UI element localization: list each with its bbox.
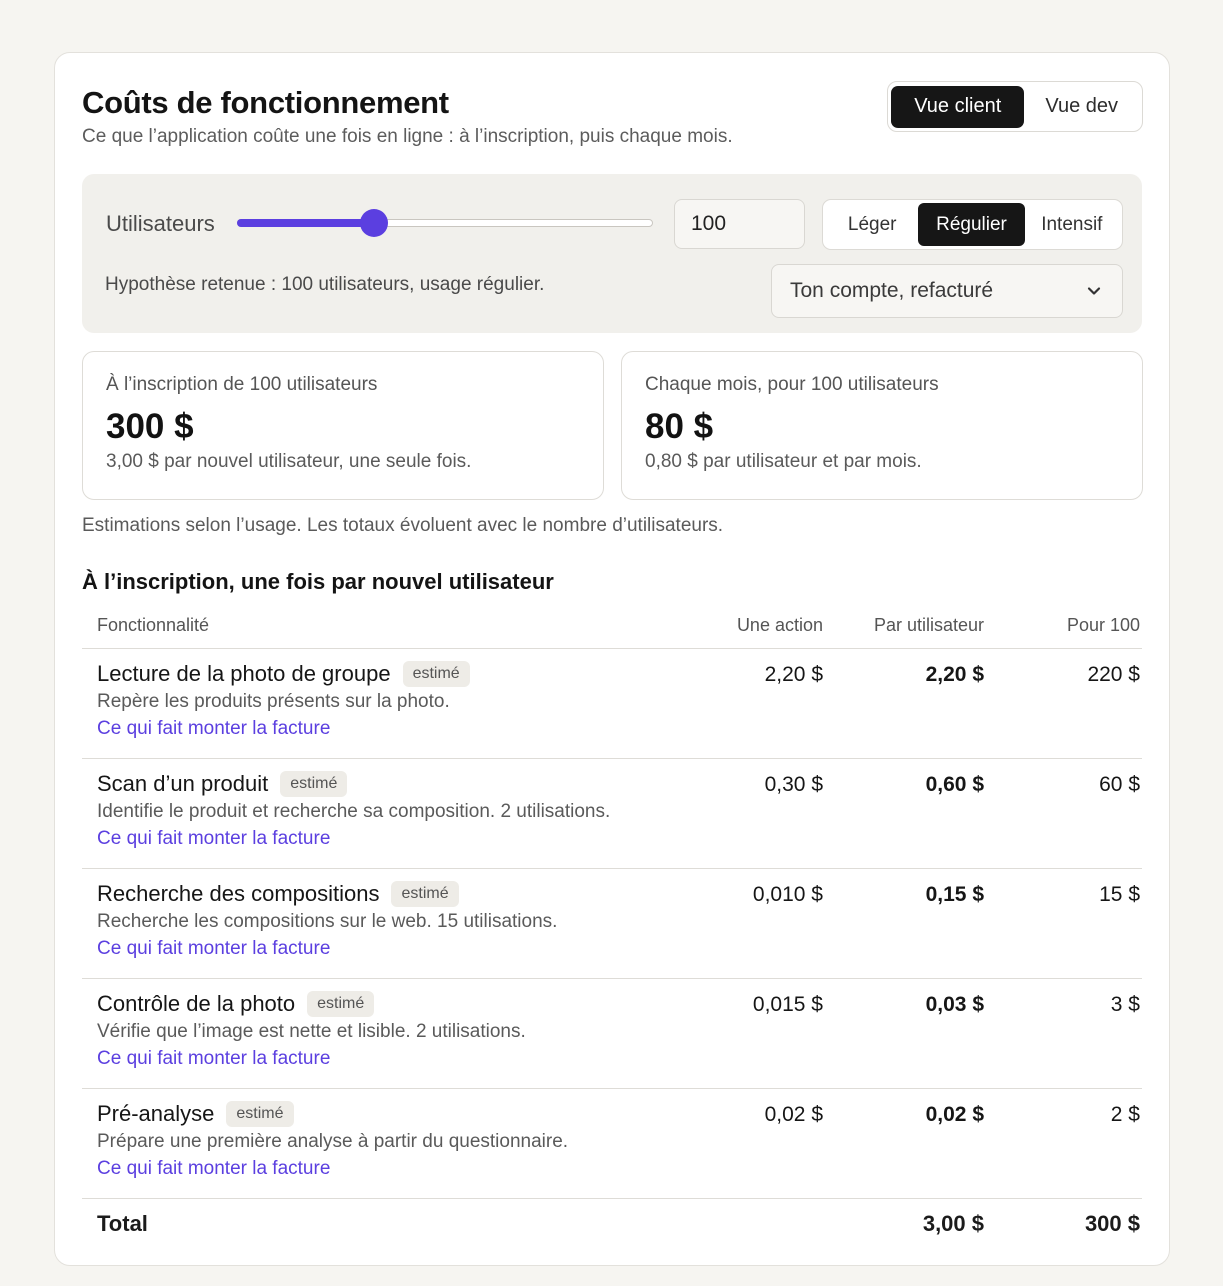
users-count-input[interactable] xyxy=(674,199,805,249)
intensity-intensive-button[interactable]: Intensif xyxy=(1025,203,1119,246)
page-subtitle: Ce que l’application coûte une fois en l… xyxy=(82,126,733,147)
header-per-100: Pour 100 xyxy=(1066,615,1140,635)
header-per-user: Par utilisateur xyxy=(873,615,984,635)
cost-drivers-link[interactable]: Ce qui fait monter la facture xyxy=(97,1048,330,1070)
estimate-badge: estimé xyxy=(402,661,470,687)
feature-description: Vérifie que l’image est nette et lisible… xyxy=(97,1021,526,1042)
total-per-user: 3,00 $ xyxy=(922,1211,984,1236)
cost-per-user: 0,03 $ xyxy=(925,993,984,1016)
monthly-cost-card: Chaque mois, pour 100 utilisateurs 80 $ … xyxy=(621,351,1143,500)
cost-per-action: 0,010 $ xyxy=(752,883,823,906)
usage-intensity-toggle: Léger Régulier Intensif xyxy=(822,199,1123,250)
cost-per-user: 0,60 $ xyxy=(925,773,984,796)
chevron-down-icon xyxy=(1087,287,1101,295)
cost-per-action: 0,02 $ xyxy=(764,1103,823,1126)
table-row: Recherche des compositions estimé Recherc… xyxy=(82,869,1142,979)
cost-per-user: 0,02 $ xyxy=(925,1103,984,1126)
cost-per-100: 15 $ xyxy=(1099,883,1140,906)
view-toggle: Vue client Vue dev xyxy=(887,81,1143,132)
billing-select[interactable]: Ton compte, refacturé xyxy=(771,264,1123,318)
view-client-button[interactable]: Vue client xyxy=(891,85,1025,128)
estimate-badge: estimé xyxy=(307,991,375,1017)
cost-per-100: 220 $ xyxy=(1087,663,1140,686)
intensity-regular-button[interactable]: Régulier xyxy=(918,203,1025,246)
cost-per-user: 0,15 $ xyxy=(925,883,984,906)
signup-cost-card: À l’inscription de 100 utilisateurs 300 … xyxy=(82,351,604,500)
total-label: Total xyxy=(97,1211,148,1236)
table-row: Scan d’un produit estimé Identifie le pro… xyxy=(82,759,1142,869)
intensity-light-button[interactable]: Léger xyxy=(826,203,918,246)
table-row: Contrôle de la photo estimé Vérifie que l… xyxy=(82,979,1142,1089)
table-row: Lecture de la photo de groupe estimé Repè… xyxy=(82,649,1142,759)
users-label: Utilisateurs xyxy=(106,211,215,236)
section-title: À l’inscription, une fois par nouvel uti… xyxy=(82,569,554,594)
slider-fill xyxy=(237,219,375,227)
feature-name: Pré-analyse xyxy=(97,1101,215,1126)
cost-drivers-link[interactable]: Ce qui fait monter la facture xyxy=(97,1158,330,1180)
header-feature: Fonctionnalité xyxy=(97,615,210,635)
signup-costs-table: Fonctionnalité Une action Par utilisateu… xyxy=(82,605,1142,1249)
assumptions-panel: Utilisateurs Léger Régulier Intensif Hyp… xyxy=(82,174,1142,333)
feature-description: Repère les produits présents sur la phot… xyxy=(97,691,450,712)
estimate-badge: estimé xyxy=(391,881,459,907)
running-costs-card: Coûts de fonctionnement Ce que l’applica… xyxy=(54,52,1170,1266)
feature-name: Lecture de la photo de groupe xyxy=(97,661,391,686)
cost-per-100: 2 $ xyxy=(1110,1103,1140,1126)
signup-note: 3,00 $ par nouvel utilisateur, une seule… xyxy=(106,451,472,472)
cost-per-action: 2,20 $ xyxy=(764,663,823,686)
feature-description: Identifie le produit et recherche sa com… xyxy=(97,801,611,822)
cost-drivers-link[interactable]: Ce qui fait monter la facture xyxy=(97,938,330,960)
cost-drivers-link[interactable]: Ce qui fait monter la facture xyxy=(97,718,330,740)
view-dev-button[interactable]: Vue dev xyxy=(1024,86,1139,128)
feature-name: Recherche des compositions xyxy=(97,881,380,906)
total-per-100: 300 $ xyxy=(1084,1211,1140,1236)
table-row: Pré-analyse estimé Prépare une première a… xyxy=(82,1089,1142,1199)
estimate-badge: estimé xyxy=(280,771,348,797)
table-total-row: Total 3,00 $ 300 $ xyxy=(82,1199,1142,1249)
monthly-note: 0,80 $ par utilisateur et par mois. xyxy=(645,451,922,472)
cost-per-100: 3 $ xyxy=(1110,993,1140,1016)
signup-amount: 300 $ xyxy=(106,407,194,446)
cost-per-action: 0,015 $ xyxy=(752,993,823,1016)
monthly-caption: Chaque mois, pour 100 utilisateurs xyxy=(645,374,939,395)
cost-per-user: 2,20 $ xyxy=(925,663,984,686)
cost-drivers-link[interactable]: Ce qui fait monter la facture xyxy=(97,828,330,850)
signup-caption: À l’inscription de 100 utilisateurs xyxy=(106,374,378,395)
page-title: Coûts de fonctionnement xyxy=(82,85,449,120)
slider-thumb[interactable] xyxy=(360,209,389,237)
cost-per-action: 0,30 $ xyxy=(764,773,823,796)
estimate-badge: estimé xyxy=(226,1101,294,1127)
header-per-action: Une action xyxy=(736,615,823,635)
feature-description: Prépare une première analyse à partir du… xyxy=(97,1131,569,1152)
estimation-note: Estimations selon l’usage. Les totaux év… xyxy=(82,515,724,536)
monthly-amount: 80 $ xyxy=(645,407,714,446)
table-header: Fonctionnalité Une action Par utilisateu… xyxy=(82,605,1142,649)
billing-select-value: Ton compte, refacturé xyxy=(790,279,994,302)
feature-description: Recherche les compositions sur le web. 1… xyxy=(97,911,558,932)
feature-name: Contrôle de la photo xyxy=(97,991,296,1016)
feature-name: Scan d’un produit xyxy=(97,771,269,796)
users-slider[interactable] xyxy=(237,208,653,238)
assumption-text: Hypothèse retenue : 100 utilisateurs, us… xyxy=(105,274,545,295)
cost-per-100: 60 $ xyxy=(1099,773,1140,796)
